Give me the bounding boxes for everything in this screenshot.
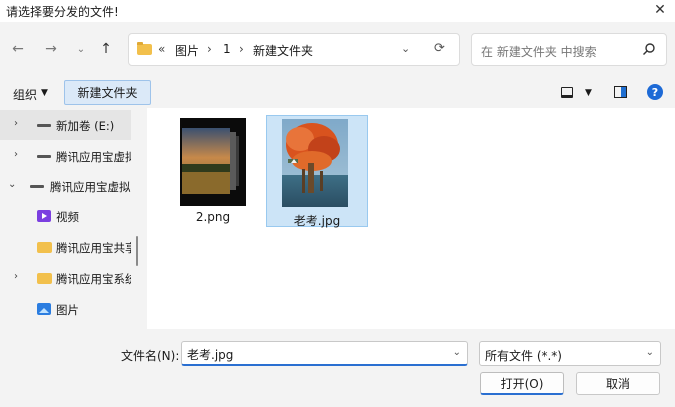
- picture-icon: [37, 303, 51, 315]
- breadcrumb-separator-icon[interactable]: ›: [239, 42, 244, 56]
- breadcrumb-item[interactable]: 1: [223, 42, 231, 56]
- sidebar-item-videos[interactable]: 视频: [0, 201, 131, 231]
- sidebar-item-label: 腾讯应用宝虚拟: [50, 180, 131, 194]
- sidebar-item-pictures[interactable]: 图片: [0, 294, 131, 324]
- breadcrumb-item[interactable]: 图片: [175, 42, 199, 59]
- file-name: 2.png: [195, 210, 231, 224]
- close-icon[interactable]: ✕: [651, 1, 669, 19]
- new-folder-button[interactable]: 新建文件夹: [64, 80, 151, 105]
- file-thumbnail: [282, 119, 348, 207]
- sidebar-item-drive-e[interactable]: › 新加卷 (E:): [0, 110, 131, 140]
- file-item[interactable]: 2.png: [162, 116, 264, 228]
- sidebar-item-tencent-virtual-2[interactable]: ⌄ 腾讯应用宝虚拟: [0, 171, 131, 201]
- view-mode-icon[interactable]: [561, 87, 573, 98]
- chevron-right-icon[interactable]: ›: [14, 149, 18, 160]
- filename-label: 文件名(N):: [121, 349, 180, 363]
- file-type-value: 所有文件 (*.*): [485, 349, 562, 363]
- drive-icon: [30, 185, 44, 188]
- window-title: 请选择要分发的文件!: [6, 5, 119, 19]
- file-list: 2.png 老考.jpg: [147, 108, 675, 329]
- video-icon: [37, 210, 51, 222]
- chevron-right-icon[interactable]: ›: [14, 118, 18, 129]
- organize-menu[interactable]: 组织: [13, 86, 37, 103]
- search-box[interactable]: 在 新建文件夹 中搜索: [471, 33, 667, 66]
- sidebar-item-tencent-system[interactable]: › 腾讯应用宝系统: [0, 263, 131, 293]
- up-arrow-icon[interactable]: ↑: [99, 41, 113, 57]
- breadcrumb-separator-icon[interactable]: ›: [207, 42, 212, 56]
- address-bar[interactable]: « 图片 › 1 › 新建文件夹 ⌄ ⟳: [128, 33, 460, 66]
- caret-down-icon[interactable]: ▼: [41, 88, 48, 98]
- folder-icon: [37, 242, 52, 253]
- search-input[interactable]: 在 新建文件夹 中搜索: [481, 43, 597, 60]
- open-button[interactable]: 打开(O): [480, 372, 564, 395]
- file-name: 老考.jpg: [293, 214, 341, 228]
- folder-icon: [37, 273, 52, 284]
- sidebar-item-label: 新加卷 (E:): [56, 119, 115, 133]
- refresh-icon[interactable]: ⟳: [434, 41, 445, 56]
- preview-pane-icon[interactable]: [614, 86, 627, 98]
- title-bar: 请选择要分发的文件! ✕: [0, 0, 675, 22]
- file-thumbnail: [180, 118, 246, 206]
- caret-down-icon[interactable]: ▼: [585, 88, 592, 98]
- address-dropdown-icon[interactable]: ⌄: [401, 42, 410, 55]
- sidebar-item-label: 腾讯应用宝系统: [56, 272, 131, 286]
- sidebar-scrollbar[interactable]: [136, 236, 138, 266]
- filename-value[interactable]: 老考.jpg: [187, 346, 233, 363]
- cancel-button[interactable]: 取消: [576, 372, 660, 395]
- file-type-select[interactable]: 所有文件 (*.*) ⌄: [479, 341, 661, 366]
- drive-icon: [37, 155, 51, 158]
- breadcrumb-item[interactable]: 新建文件夹: [253, 42, 313, 59]
- recent-locations-chevron-icon[interactable]: ⌄: [74, 42, 88, 56]
- back-arrow-icon[interactable]: ←: [11, 41, 25, 57]
- search-icon[interactable]: [642, 42, 656, 56]
- chevron-right-icon[interactable]: ›: [14, 271, 18, 282]
- breadcrumb-overflow[interactable]: «: [158, 42, 165, 56]
- help-icon[interactable]: ?: [647, 84, 663, 100]
- chevron-down-icon[interactable]: ⌄: [8, 179, 16, 190]
- sidebar-item-label: 图片: [56, 303, 79, 317]
- sidebar-item-tencent-shared[interactable]: 腾讯应用宝共享: [0, 232, 131, 262]
- forward-arrow-icon[interactable]: →: [44, 41, 58, 57]
- sidebar-item-tencent-virtual-1[interactable]: › 腾讯应用宝虚拟: [0, 141, 131, 171]
- navigation-pane: › 新加卷 (E:) › 腾讯应用宝虚拟 ⌄ 腾讯应用宝虚拟 视频 腾讯应用宝共…: [0, 108, 131, 329]
- chevron-down-icon[interactable]: ⌄: [453, 347, 461, 358]
- chevron-down-icon[interactable]: ⌄: [646, 347, 654, 358]
- drive-icon: [37, 124, 51, 127]
- file-item-selected[interactable]: 老考.jpg: [266, 115, 368, 228]
- sidebar-item-label: 腾讯应用宝共享: [56, 241, 131, 255]
- sidebar-item-label: 视频: [56, 210, 79, 224]
- sidebar-item-label: 腾讯应用宝虚拟: [56, 150, 131, 164]
- folder-icon: [137, 42, 152, 55]
- filename-field[interactable]: 老考.jpg ⌄: [181, 341, 468, 366]
